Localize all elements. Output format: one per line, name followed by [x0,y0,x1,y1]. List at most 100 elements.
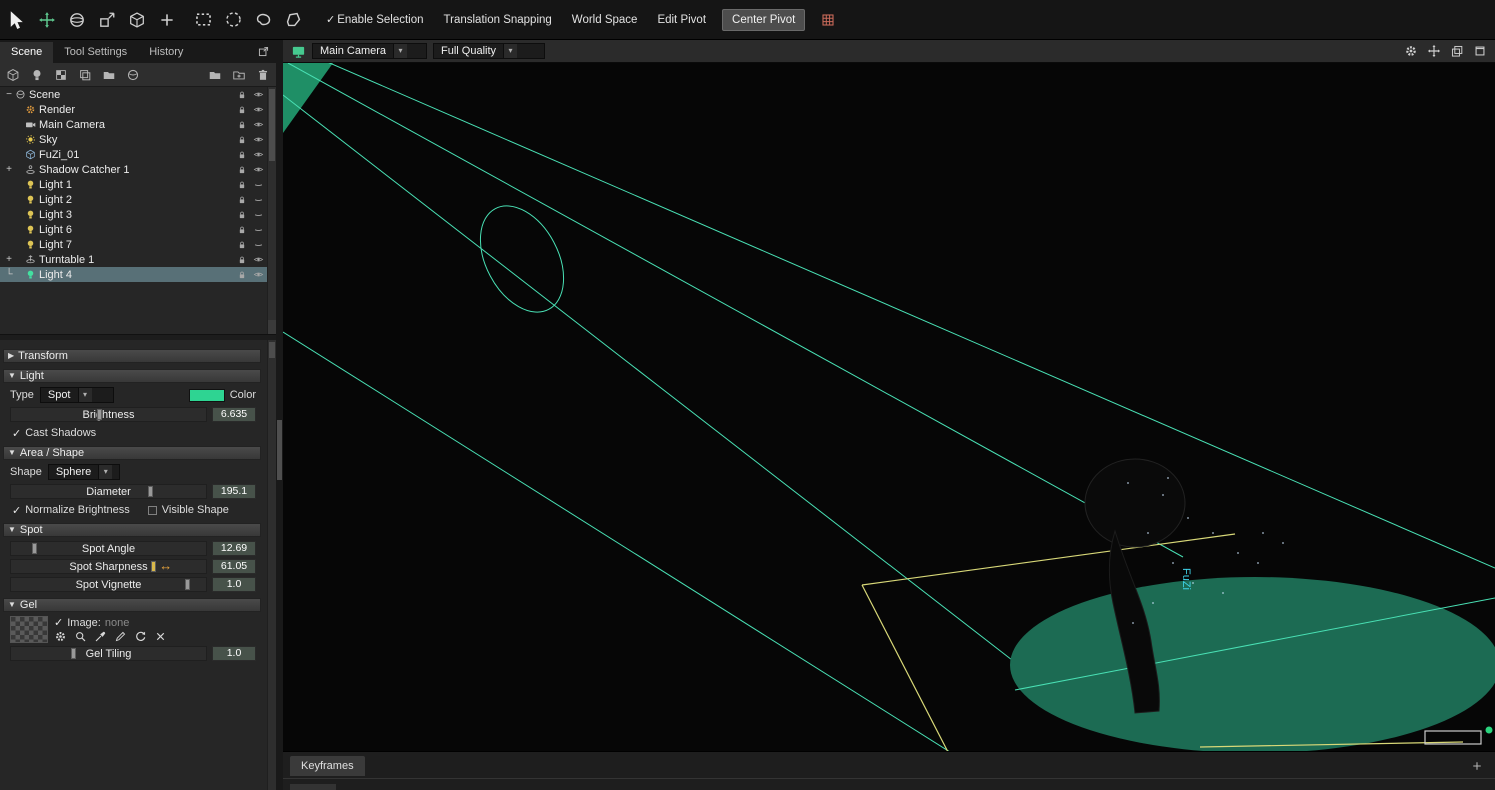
tree-item-sky[interactable]: Sky [0,132,276,147]
slider-handle[interactable] [71,648,76,659]
rect-select-tool-button[interactable] [190,7,216,33]
environment-icon[interactable] [102,68,116,82]
polygon-select-tool-button[interactable] [280,7,306,33]
lock-icon[interactable] [237,150,247,160]
select-tool-button[interactable] [4,7,30,33]
eye-icon[interactable] [253,254,264,265]
scale-tool-button[interactable] [94,7,120,33]
eye-closed-icon[interactable] [253,179,264,190]
tree-item-light-7[interactable]: Light 7 [0,237,276,252]
tree-scrollbar[interactable] [267,87,276,334]
enable-selection-toggle[interactable]: Enable Selection [337,14,423,26]
add-light-icon[interactable] [30,68,44,82]
lock-icon[interactable] [237,255,247,265]
eye-icon[interactable] [253,89,264,100]
new-folder-icon[interactable] [232,68,246,82]
eye-closed-icon[interactable] [253,224,264,235]
expander-icon[interactable]: + [4,254,14,265]
pan-icon[interactable] [1427,44,1441,58]
tree-item-render[interactable]: Render [0,102,276,117]
tree-item-light-4[interactable]: └ Light 4 [0,267,276,282]
gel-clear-icon[interactable] [154,630,167,643]
area-shape-section-header[interactable]: ▼ Area / Shape [3,446,261,460]
eye-closed-icon[interactable] [253,194,264,205]
scrollbar-grip[interactable] [268,320,276,334]
light-color-swatch[interactable] [189,389,225,402]
tree-item-shadow-catcher-1[interactable]: + Shadow Catcher 1 [0,162,276,177]
spot-angle-value[interactable]: 12.69 [212,541,256,556]
eye-icon[interactable] [253,119,264,130]
brightness-value[interactable]: 6.635 [212,407,256,422]
expander-icon[interactable]: − [4,89,14,100]
brightness-slider[interactable]: Brightness [10,407,207,422]
spot-angle-slider[interactable]: Spot Angle [10,541,207,556]
gel-section-header[interactable]: ▼ Gel [3,598,261,612]
edit-pivot-button[interactable]: Edit Pivot [657,14,706,26]
gel-eyedropper-icon[interactable] [94,630,107,643]
spot-vignette-slider[interactable]: Spot Vignette [10,577,207,592]
tree-item-light-6[interactable]: Light 6 [0,222,276,237]
tree-item-turntable-1[interactable]: + Turntable 1 [0,252,276,267]
timeline-add-icon[interactable] [1471,760,1483,772]
folder-icon[interactable] [208,68,222,82]
gel-tiling-value[interactable]: 1.0 [212,646,256,661]
3d-canvas[interactable]: FuZi [283,63,1495,751]
tab-history[interactable]: History [138,42,194,63]
slider-handle[interactable] [151,561,156,572]
lock-icon[interactable] [237,105,247,115]
lock-icon[interactable] [237,195,247,205]
slider-handle[interactable] [32,543,37,554]
gel-image-thumbnail[interactable] [10,616,48,643]
eye-icon[interactable] [253,149,264,160]
lock-icon[interactable] [237,90,247,100]
eye-icon[interactable] [253,134,264,145]
spot-section-header[interactable]: ▼ Spot [3,523,261,537]
tree-item-scene[interactable]: − Scene [0,87,276,102]
spot-sharpness-value[interactable]: 61.05 [212,559,256,574]
spot-vignette-value[interactable]: 1.0 [212,577,256,592]
slider-handle[interactable] [97,409,102,420]
tree-item-light-2[interactable]: Light 2 [0,192,276,207]
panel-viewport-splitter[interactable] [276,40,283,790]
delete-icon[interactable] [256,68,270,82]
lock-icon[interactable] [237,270,247,280]
gel-search-icon[interactable] [74,630,87,643]
pivot-tool-button[interactable] [154,7,180,33]
lock-icon[interactable] [237,120,247,130]
lock-icon[interactable] [237,225,247,235]
grid-snap-icon[interactable] [815,7,841,33]
expander-icon[interactable]: + [4,164,14,175]
tree-item-main-camera[interactable]: Main Camera [0,117,276,132]
partial-tab[interactable] [290,784,336,790]
tree-item-light-1[interactable]: Light 1 [0,177,276,192]
render-quality-dropdown[interactable]: Full Quality ▾ [433,43,545,59]
light-type-dropdown[interactable]: Spot ▾ [40,387,114,403]
splitter-handle[interactable] [277,420,282,480]
eye-icon[interactable] [253,104,264,115]
rotate-tool-button[interactable] [64,7,90,33]
scrollbar-thumb[interactable] [269,342,275,358]
material-icon[interactable] [54,68,68,82]
gel-edit-icon[interactable] [114,630,127,643]
visible-shape-checkbox[interactable] [148,506,157,515]
lock-icon[interactable] [237,165,247,175]
add-model-icon[interactable] [6,68,20,82]
gel-refresh-icon[interactable] [134,630,147,643]
sphere-icon[interactable] [126,68,140,82]
shape-dropdown[interactable]: Sphere ▾ [48,464,120,480]
scrollbar-thumb[interactable] [269,89,275,161]
spot-sharpness-slider[interactable]: Spot Sharpness ↔ [10,559,207,574]
lasso-select-tool-button[interactable] [250,7,276,33]
eye-icon[interactable] [253,269,264,280]
world-space-toggle[interactable]: World Space [572,14,638,26]
gel-tiling-slider[interactable]: Gel Tiling [10,646,207,661]
diameter-slider[interactable]: Diameter [10,484,207,499]
diameter-value[interactable]: 195.1 [212,484,256,499]
maximize-icon[interactable] [1473,44,1487,58]
transform-section-header[interactable]: ▶ Transform [3,349,261,363]
viewport-settings-icon[interactable] [1404,44,1418,58]
tree-item-fuzi-01[interactable]: FuZi_01 [0,147,276,162]
eye-closed-icon[interactable] [253,239,264,250]
lock-icon[interactable] [237,180,247,190]
properties-scrollbar[interactable] [267,340,276,790]
